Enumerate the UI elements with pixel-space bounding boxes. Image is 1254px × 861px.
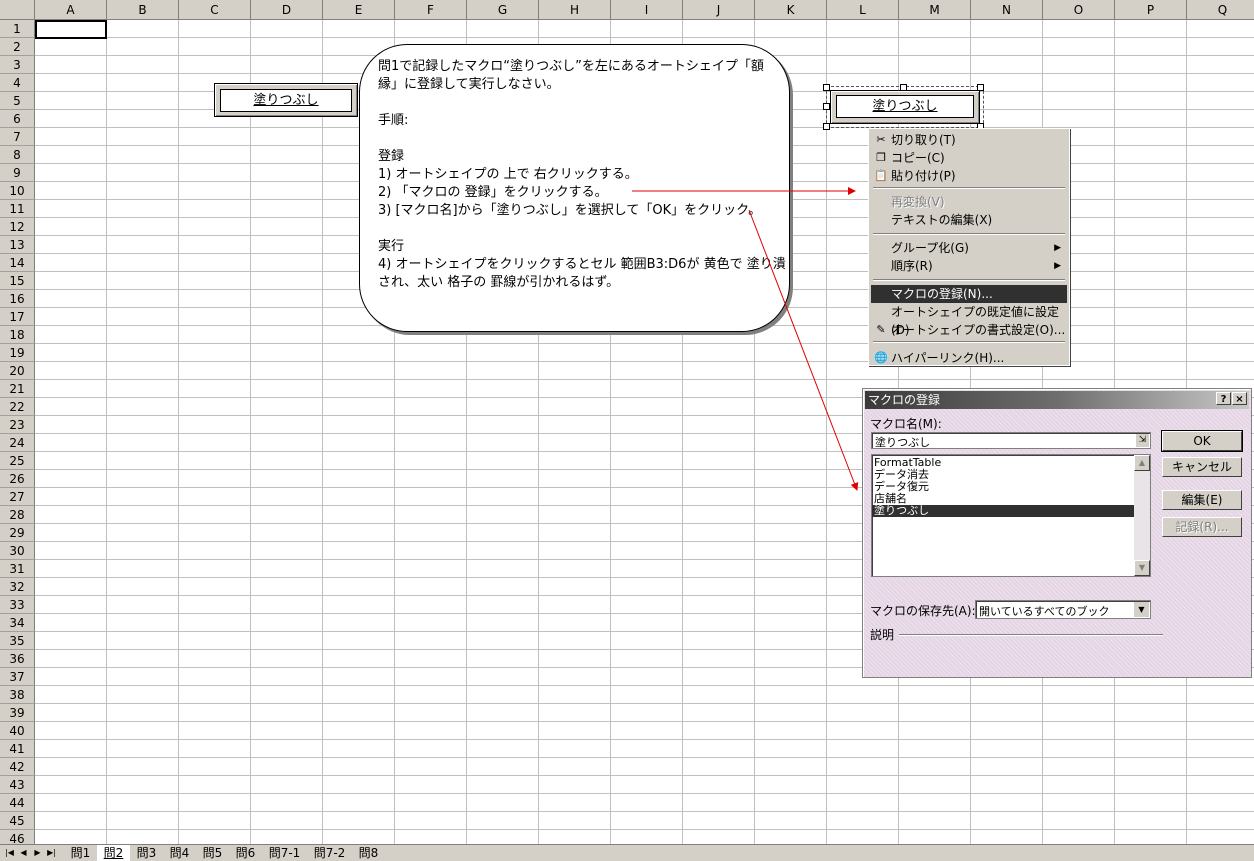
- save-in-select[interactable]: 開いているすべてのブック ▼: [975, 600, 1151, 619]
- sheet-tab[interactable]: 問4: [163, 845, 196, 861]
- macro-list[interactable]: FormatTable データ消去 データ復元 店舗名 塗りつぶし ▲ ▼: [871, 454, 1151, 577]
- macro-list-item[interactable]: 塗りつぶし: [872, 505, 1134, 517]
- next-sheet-icon[interactable]: ▶: [31, 847, 44, 859]
- menu-item-label: コピー(C): [891, 151, 945, 165]
- macro-name-label: マクロ名(M):: [870, 417, 942, 431]
- record-button: 記録(R)...: [1162, 517, 1242, 537]
- menu-item-label: 貼り付け(P): [891, 169, 956, 183]
- menu-item[interactable]: ❐ コピー(C): [871, 149, 1067, 167]
- assign-macro-dialog: マクロの登録 ? × マクロ名(M): 塗りつぶし ⇲ FormatTable デ…: [862, 388, 1252, 678]
- submenu-arrow-icon: ▶: [1054, 243, 1061, 253]
- sheet-tab[interactable]: 問7-1: [262, 845, 307, 861]
- prev-sheet-icon[interactable]: ◀: [17, 847, 30, 859]
- menu-item: 再変換(V): [871, 193, 1067, 211]
- first-sheet-icon[interactable]: |◀: [3, 847, 16, 859]
- sheet-tab[interactable]: 問6: [229, 845, 262, 861]
- menu-item-label: テキストの編集(X): [891, 213, 993, 227]
- menu-item[interactable]: ✂ 切り取り(T): [871, 131, 1067, 149]
- menu-item-label: 順序(R): [891, 259, 933, 273]
- list-scrollbar[interactable]: ▲ ▼: [1134, 455, 1150, 576]
- menu-item-label: グループ化(G): [891, 241, 969, 255]
- dialog-title-bar[interactable]: マクロの登録: [865, 391, 1249, 409]
- save-in-label: マクロの保存先(A):: [870, 604, 976, 618]
- menu-item[interactable]: 🌐 ハイパーリンク(H)...: [871, 349, 1067, 367]
- menu-item-label: マクロの登録(N)...: [891, 287, 993, 301]
- sheet-tab[interactable]: 問8: [352, 845, 385, 861]
- submenu-arrow-icon: ▶: [1054, 261, 1061, 271]
- menu-separator: [873, 341, 1065, 343]
- scroll-up-icon[interactable]: ▲: [1134, 455, 1150, 471]
- arrow-to-dialog: [748, 209, 859, 491]
- macro-name-input[interactable]: 塗りつぶし ⇲: [871, 432, 1151, 449]
- sheet-tab[interactable]: 問2: [97, 845, 130, 861]
- dialog-title: マクロの登録: [868, 393, 941, 407]
- hyperlink-icon: 🌐: [874, 351, 888, 364]
- menu-item[interactable]: ✎ オートシェイプの書式設定(O)...: [871, 321, 1067, 339]
- edit-button[interactable]: 編集(E): [1162, 490, 1242, 510]
- menu-item-label: ハイパーリンク(H)...: [891, 351, 1005, 365]
- context-menu: ✂ 切り取り(T) ❐ コピー(C) 📋 貼り付け(P) 再変換(V) テキストの編集(X) グ…: [868, 128, 1070, 366]
- menu-separator: [873, 233, 1065, 235]
- collapse-dialog-icon[interactable]: ⇲: [1136, 434, 1149, 447]
- menu-item-label: 再変換(V): [891, 195, 945, 209]
- description-label: 説明: [870, 628, 895, 642]
- chevron-down-icon[interactable]: ▼: [1134, 602, 1149, 617]
- description-divider: [899, 634, 1163, 636]
- last-sheet-icon[interactable]: ▶|: [45, 847, 58, 859]
- scroll-down-icon[interactable]: ▼: [1134, 560, 1150, 576]
- sheet-tab[interactable]: 問3: [130, 845, 163, 861]
- menu-item[interactable]: テキストの編集(X): [871, 211, 1067, 229]
- sheet-tab-bar: |◀ ◀ ▶ ▶| 問1 問2 問3 問4 問5 問6 問7-1 問7-2 問8: [0, 844, 1254, 861]
- copy-icon: ❐: [876, 151, 886, 164]
- sheet-tab[interactable]: 問1: [64, 845, 97, 861]
- menu-item[interactable]: オートシェイプの既定値に設定(D): [871, 303, 1067, 337]
- ok-button[interactable]: OK: [1161, 430, 1243, 452]
- sheet-tab[interactable]: 問7-2: [307, 845, 352, 861]
- cancel-button[interactable]: キャンセル: [1162, 457, 1242, 477]
- menu-item[interactable]: 順序(R) ▶: [871, 257, 1067, 275]
- macro-list-item[interactable]: データ復元: [872, 481, 1134, 493]
- scissors-icon: ✂: [876, 133, 886, 146]
- menu-separator: [873, 279, 1065, 281]
- menu-item[interactable]: マクロの登録(N)...: [871, 285, 1067, 303]
- save-in-value: 開いているすべてのブック: [979, 605, 1110, 618]
- help-icon[interactable]: ?: [1216, 392, 1231, 405]
- close-icon[interactable]: ×: [1232, 392, 1247, 405]
- menu-item[interactable]: 📋 貼り付け(P): [871, 167, 1067, 185]
- macro-name-value: 塗りつぶし: [875, 436, 931, 449]
- format-icon: ✎: [876, 323, 886, 336]
- paste-icon: 📋: [874, 169, 888, 182]
- menu-item-label: 切り取り(T): [891, 133, 956, 147]
- menu-item[interactable]: グループ化(G) ▶: [871, 239, 1067, 257]
- menu-separator: [873, 187, 1065, 189]
- menu-item-label: オートシェイプの書式設定(O)...: [891, 323, 1066, 337]
- sheet-tab[interactable]: 問5: [196, 845, 229, 861]
